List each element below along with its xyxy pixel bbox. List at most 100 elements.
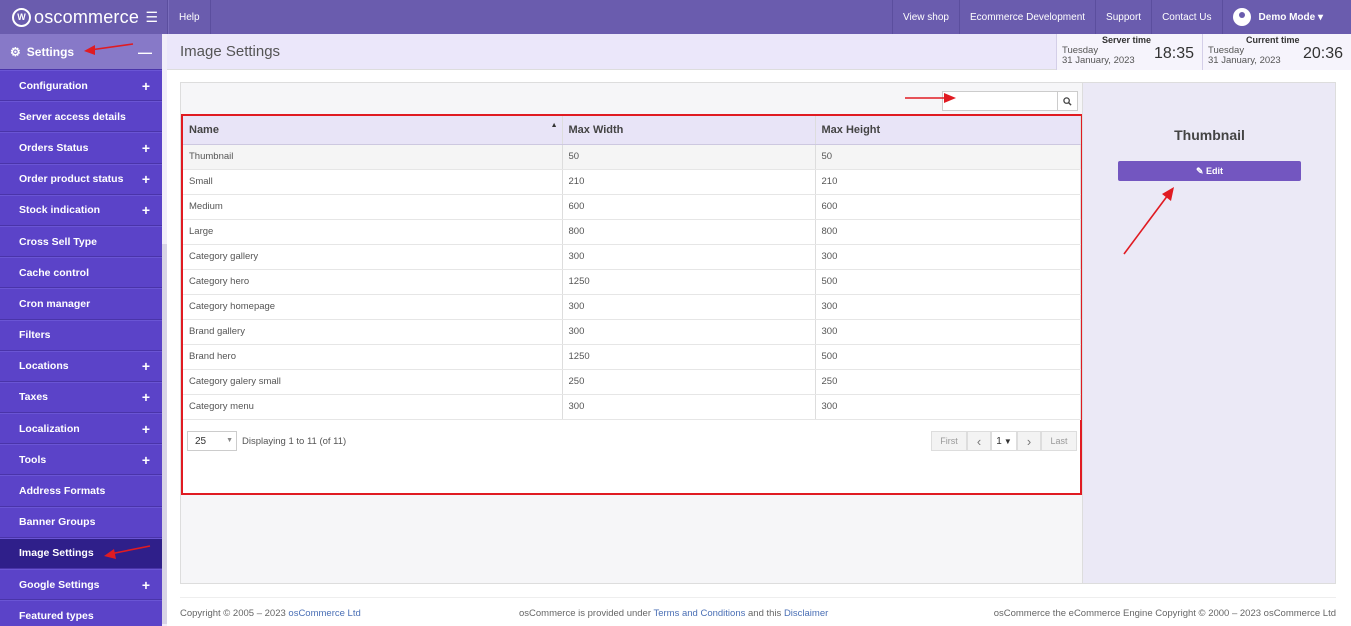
- sidebar-item-label: Stock indication: [19, 204, 101, 217]
- sidebar-item-filters[interactable]: Filters: [0, 319, 162, 351]
- logo[interactable]: W oscommerce ☰: [0, 0, 168, 34]
- sidebar-item-address-formats[interactable]: Address Formats: [0, 475, 162, 507]
- table-row[interactable]: Brand gallery 300 300: [183, 319, 1081, 345]
- table-row[interactable]: Category galery small 250 250: [183, 369, 1081, 395]
- column-header-max-width[interactable]: Max Width: [562, 116, 816, 145]
- collapse-icon[interactable]: —: [138, 44, 152, 60]
- table-row[interactable]: Medium 600 600: [183, 194, 1081, 220]
- sidebar-item-label: Cron manager: [19, 297, 91, 310]
- cell-max-width: 300: [562, 394, 816, 420]
- expand-plus-icon[interactable]: +: [142, 140, 150, 156]
- sidebar-item-google-settings[interactable]: Google Settings +: [0, 569, 162, 601]
- cell-max-width: 1250: [562, 344, 816, 370]
- contact-us-link[interactable]: Contact Us: [1151, 0, 1221, 34]
- expand-plus-icon[interactable]: +: [142, 358, 150, 374]
- sidebar-item-cron-manager[interactable]: Cron manager: [0, 288, 162, 320]
- table-row[interactable]: Category gallery 300 300: [183, 244, 1081, 270]
- server-time-date: 31 January, 2023: [1062, 55, 1135, 66]
- disclaimer-link[interactable]: Disclaimer: [784, 608, 828, 619]
- sidebar-item-configuration[interactable]: Configuration +: [0, 70, 162, 102]
- table-row[interactable]: Category homepage 300 300: [183, 294, 1081, 320]
- sidebar-item-cache-control[interactable]: Cache control: [0, 257, 162, 289]
- first-page-button[interactable]: First: [931, 431, 967, 451]
- search-button[interactable]: [1058, 91, 1078, 111]
- cell-max-height: 600: [815, 194, 1081, 220]
- sidebar-item-stock-indication[interactable]: Stock indication +: [0, 194, 162, 226]
- sidebar-item-cross-sell-type[interactable]: Cross Sell Type: [0, 225, 162, 258]
- sidebar-item-server-access-details[interactable]: Server access details: [0, 101, 162, 133]
- cell-name: Brand gallery: [183, 319, 563, 345]
- list-pane: Name ▲ Max Width Max Height Thumbnail 50 50…: [181, 83, 1082, 583]
- sidebar-item-label: Address Formats: [19, 485, 106, 498]
- expand-plus-icon[interactable]: +: [142, 171, 150, 187]
- sidebar-item-tools[interactable]: Tools +: [0, 444, 162, 476]
- top-bar: W oscommerce ☰ Help View shop Ecommerce …: [0, 0, 1351, 34]
- sidebar-header-label: Settings: [26, 44, 75, 59]
- pagination: First ‹ 1 ▼ › Last: [931, 431, 1077, 451]
- current-time-label: Current time: [1246, 35, 1300, 45]
- view-shop-link[interactable]: View shop: [892, 0, 959, 34]
- expand-plus-icon[interactable]: +: [142, 202, 150, 218]
- footer: Copyright © 2005 – 2023 osCommerce Ltd o…: [180, 597, 1336, 626]
- user-menu[interactable]: Demo Mode ▾: [1221, 0, 1351, 34]
- sidebar-item-localization[interactable]: Localization +: [0, 413, 162, 445]
- sidebar-item-orders-status[interactable]: Orders Status +: [0, 132, 162, 164]
- table-row[interactable]: Thumbnail 50 50: [183, 144, 1081, 170]
- table-row[interactable]: Brand hero 1250 500: [183, 344, 1081, 370]
- oscommerce-ltd-link[interactable]: osCommerce Ltd: [288, 608, 360, 619]
- cell-name: Thumbnail: [183, 144, 563, 170]
- next-page-button[interactable]: ›: [1017, 431, 1041, 451]
- search-input[interactable]: [942, 91, 1058, 111]
- prev-page-button[interactable]: ‹: [967, 431, 991, 451]
- per-page-select[interactable]: 25 ▼: [187, 431, 237, 451]
- column-header-max-height[interactable]: Max Height: [815, 116, 1081, 145]
- cell-max-width: 600: [562, 194, 816, 220]
- expand-plus-icon[interactable]: +: [142, 78, 150, 94]
- table-row[interactable]: Category hero 1250 500: [183, 269, 1081, 295]
- cell-max-width: 210: [562, 169, 816, 195]
- help-link[interactable]: Help: [168, 0, 211, 34]
- cell-max-width: 800: [562, 219, 816, 245]
- ecommerce-development-link[interactable]: Ecommerce Development: [958, 0, 1095, 34]
- expand-plus-icon[interactable]: +: [142, 389, 150, 405]
- edit-button[interactable]: ✎ Edit: [1118, 161, 1301, 181]
- cell-max-height: 300: [815, 244, 1081, 270]
- cell-max-width: 50: [562, 144, 816, 170]
- sidebar-item-label: Configuration: [19, 79, 88, 92]
- sidebar-item-featured-types[interactable]: Featured types: [0, 600, 162, 626]
- last-page-button[interactable]: Last: [1041, 431, 1077, 451]
- table-row[interactable]: Large 800 800: [183, 219, 1081, 245]
- server-time-value: 18:35: [1153, 45, 1194, 62]
- sidebar-item-label: Cross Sell Type: [19, 235, 98, 248]
- page-title: Image Settings: [180, 43, 281, 60]
- sidebar-item-locations[interactable]: Locations +: [0, 350, 162, 382]
- content-panel: Name ▲ Max Width Max Height Thumbnail 50 50…: [180, 82, 1336, 584]
- pagination-row: 25 ▼ Displaying 1 to 11 (of 11) First ‹ …: [187, 431, 1077, 453]
- table-row[interactable]: Category menu 300 300: [183, 394, 1081, 420]
- page-header: Image Settings Server time Tuesday 31 Ja…: [167, 34, 1351, 70]
- expand-plus-icon[interactable]: +: [142, 452, 150, 468]
- page-select[interactable]: 1 ▼: [991, 431, 1017, 451]
- sidebar-item-label: Google Settings: [19, 578, 100, 591]
- expand-plus-icon[interactable]: +: [142, 577, 150, 593]
- user-avatar-icon: [1232, 8, 1251, 26]
- hamburger-menu-icon[interactable]: ☰: [145, 9, 158, 26]
- search-box: [942, 91, 1078, 111]
- sidebar-item-order-product-status[interactable]: Order product status +: [0, 163, 162, 195]
- sidebar-item-label: Cache control: [19, 266, 90, 279]
- user-menu-label: Demo Mode ▾: [1258, 11, 1323, 23]
- expand-plus-icon[interactable]: +: [142, 421, 150, 437]
- sidebar-settings-header[interactable]: ⚙ Settings —: [0, 34, 162, 70]
- table-row[interactable]: Small 210 210: [183, 169, 1081, 195]
- column-header-name[interactable]: Name ▲: [183, 116, 563, 145]
- sidebar-item-label: Orders Status: [19, 141, 89, 154]
- support-link[interactable]: Support: [1095, 0, 1151, 34]
- chevron-down-icon: ▼: [1003, 436, 1012, 446]
- sidebar-scrollbar[interactable]: [162, 34, 167, 626]
- terms-link[interactable]: Terms and Conditions: [653, 608, 745, 619]
- sidebar-scrollbar-thumb[interactable]: [162, 244, 167, 624]
- sidebar-item-banner-groups[interactable]: Banner Groups: [0, 506, 162, 538]
- cell-name: Category galery small: [183, 369, 563, 395]
- sidebar-item-taxes[interactable]: Taxes +: [0, 381, 162, 414]
- sidebar-item-image-settings[interactable]: Image Settings: [0, 537, 162, 569]
